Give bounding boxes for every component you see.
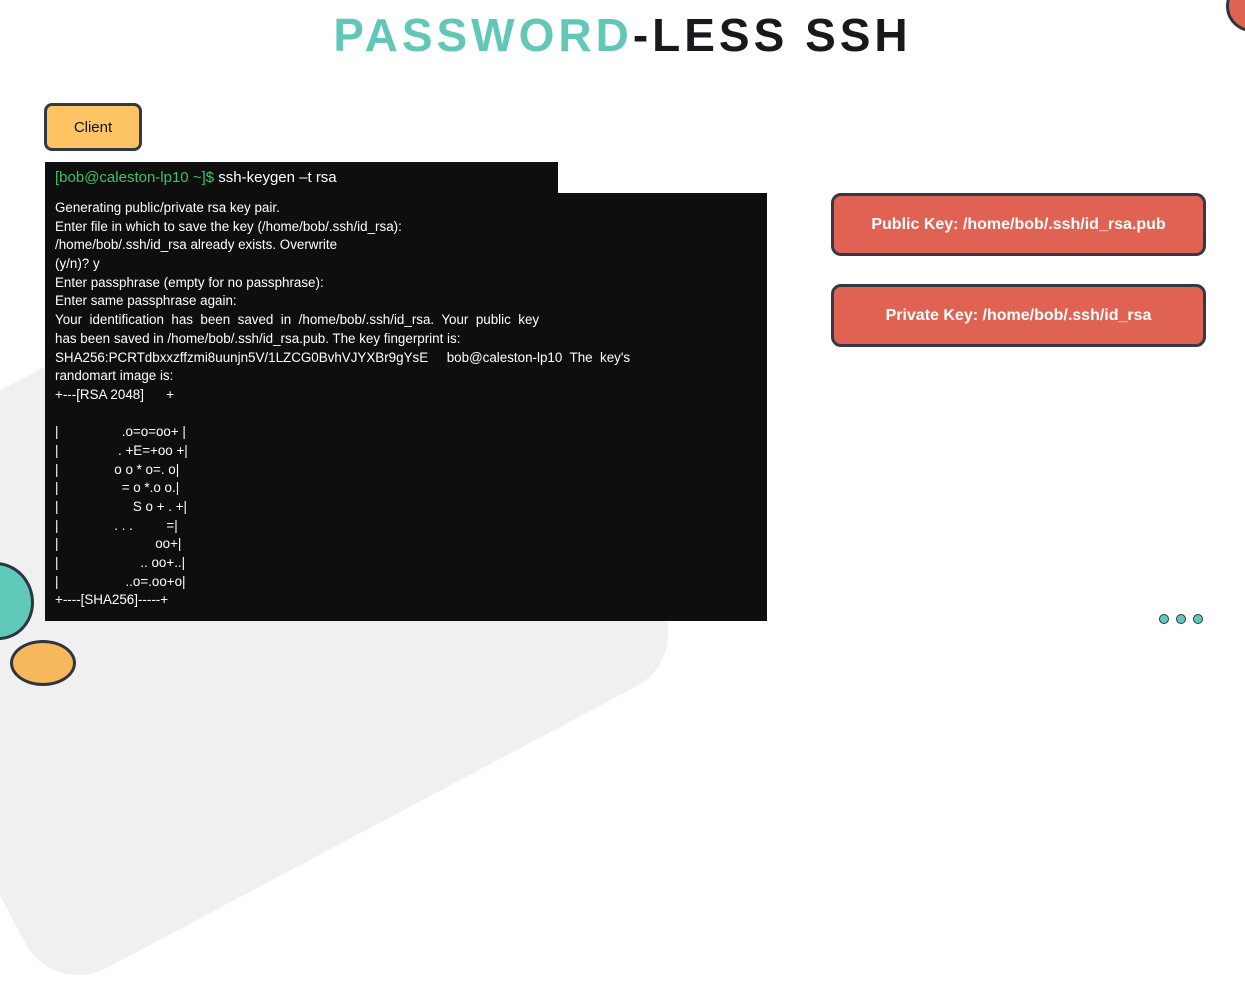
terminal-line: | . . . =|	[55, 517, 178, 533]
private-key-box: Private Key: /home/bob/.ssh/id_rsa	[831, 284, 1206, 347]
decorative-orange-blob	[10, 640, 76, 686]
title-rest: -LESS SSH	[632, 9, 912, 61]
client-label-box: Client	[44, 103, 142, 151]
terminal-line: /home/bob/.ssh/id_rsa already exists. Ov…	[55, 237, 338, 253]
terminal-output: Generating public/private rsa key pair. E…	[45, 193, 767, 621]
terminal-line: (y/n)? y	[55, 256, 100, 272]
terminal-command: ssh-keygen –t rsa	[214, 169, 337, 186]
title-highlight: PASSWORD	[333, 9, 633, 61]
terminal-line: | = o *.o o.|	[55, 480, 180, 496]
slide-title: PASSWORD-LESS SSH	[0, 8, 1245, 62]
terminal-line: | ..o=.oo+o|	[55, 573, 186, 589]
terminal-command-bar: [bob@caleston-lp10 ~]$ ssh-keygen –t rsa	[45, 162, 558, 196]
dot-icon	[1159, 614, 1169, 624]
terminal-line: SHA256:PCRTdbxxzffzmi8uunjn5V/1LZCG0BvhV…	[55, 349, 631, 365]
terminal-line: +----[SHA256]-----+	[55, 592, 169, 608]
terminal-line: randomart image is:	[55, 368, 174, 384]
terminal-line: +---[RSA 2048] +	[55, 386, 175, 402]
terminal-line: | .. oo+..|	[55, 555, 186, 571]
terminal-line: Enter file in which to save the key (/ho…	[55, 218, 402, 234]
terminal-line: | o o * o=. o|	[55, 461, 180, 477]
terminal-line: | .o=o=oo+ |	[55, 424, 186, 440]
terminal-line: has been saved in /home/bob/.ssh/id_rsa.…	[55, 330, 461, 346]
terminal-line: | . +E=+oo +|	[55, 442, 188, 458]
terminal-line: | S o + . +|	[55, 499, 187, 514]
terminal-line: | oo+|	[55, 536, 182, 552]
terminal-line: Enter passphrase (empty for no passphras…	[55, 274, 324, 290]
terminal-line: Enter same passphrase again:	[55, 293, 237, 309]
terminal-line: Generating public/private rsa key pair.	[55, 200, 280, 215]
terminal-line: Your identification has been saved in /h…	[55, 312, 540, 328]
terminal-prompt: [bob@caleston-lp10 ~]$	[55, 169, 215, 186]
dot-icon	[1176, 614, 1186, 624]
public-key-box: Public Key: /home/bob/.ssh/id_rsa.pub	[831, 193, 1206, 256]
slide-dots	[1159, 614, 1203, 624]
dot-icon	[1193, 614, 1203, 624]
